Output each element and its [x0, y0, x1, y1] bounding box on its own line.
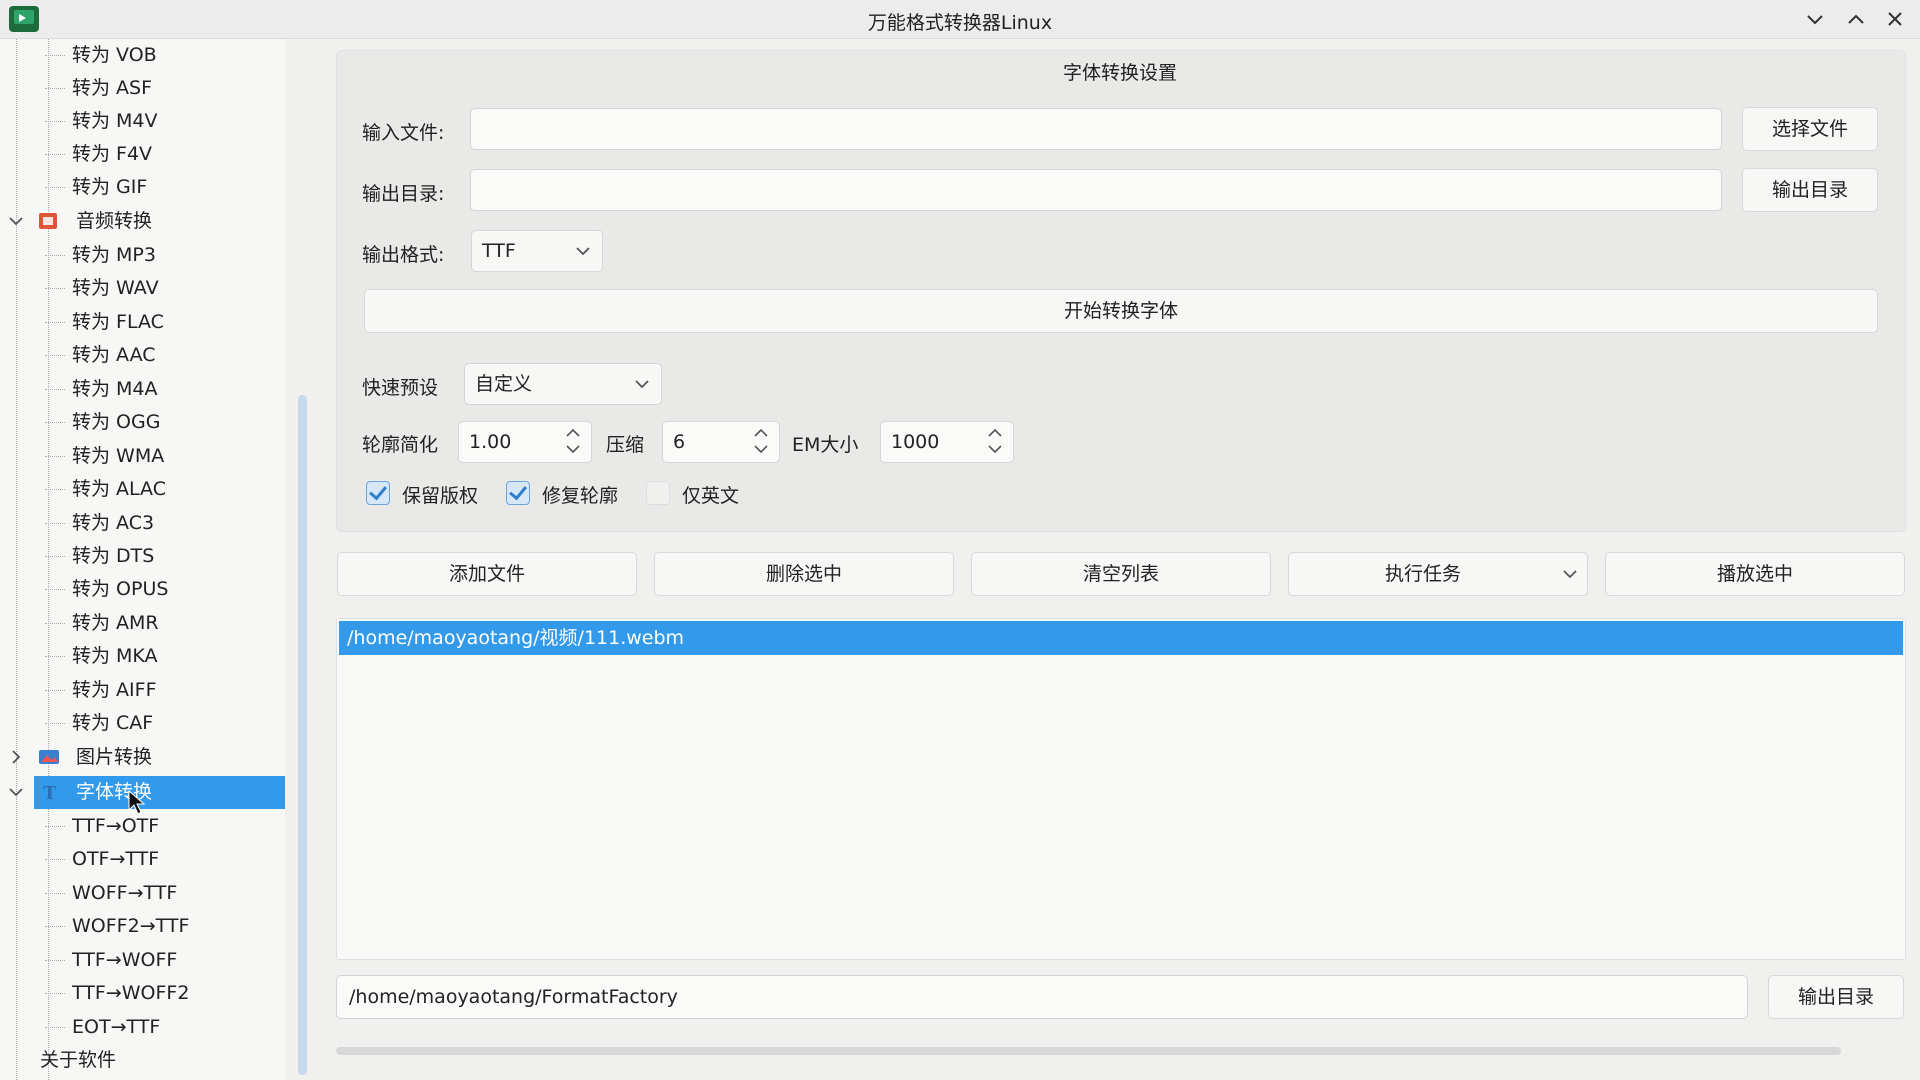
tree-item-to-opus[interactable]: 转为 OPUS	[44, 573, 168, 606]
tree-item-to-mka[interactable]: 转为 MKA	[45, 640, 158, 673]
chevron-down-icon[interactable]	[6, 776, 26, 809]
list-item[interactable]: /home/maoyaotang/视频/111.webm	[339, 621, 1903, 655]
tree-item-to-caf[interactable]: 转为 CAF	[44, 707, 153, 740]
maximize-icon[interactable]	[1843, 8, 1869, 30]
play-selected-button[interactable]: 播放选中	[1605, 552, 1905, 596]
settings-title: 字体转换设置	[1062, 62, 1177, 84]
tree-item-image[interactable]: 图片转换	[0, 741, 285, 774]
spin-arrows-icon[interactable]	[985, 424, 1005, 458]
tree-item-woff2-to-ttf[interactable]: WOFF2→TTF	[44, 910, 189, 943]
compress-spinbox[interactable]: 6	[662, 421, 780, 463]
chevron-right-icon[interactable]	[6, 741, 26, 774]
delete-selected-button[interactable]: 删除选中	[654, 552, 954, 596]
tree-item-to-f4v[interactable]: 转为 F4V	[44, 138, 152, 171]
tree-item-otf-to-ttf[interactable]: OTF→TTF	[44, 843, 159, 876]
em-size-spinbox[interactable]: 1000	[880, 421, 1014, 463]
output-path-field[interactable]: /home/maoyaotang/FormatFactory	[336, 975, 1748, 1019]
tree-item-to-alac[interactable]: 转为 ALAC	[45, 473, 166, 506]
tree-item-to-dts[interactable]: 转为 DTS	[44, 540, 154, 573]
quick-preset-select[interactable]: 自定义	[464, 363, 662, 405]
image-icon	[38, 748, 59, 766]
output-dir-field[interactable]	[470, 169, 1722, 211]
keep-copyright-checkbox[interactable]	[366, 481, 390, 505]
horizontal-scrollbar[interactable]	[336, 1047, 1841, 1055]
em-size-label: EM大小	[792, 434, 859, 456]
tree-item-font-expander[interactable]	[0, 776, 34, 809]
minimize-icon[interactable]	[1802, 8, 1828, 30]
sidebar-tree: 转为 VOB 转为 ASF 转为 M4V 转为 F4V 转为 GIF 音频转换 …	[0, 39, 285, 1080]
tree-item-to-ogg[interactable]: 转为 OGG	[44, 406, 160, 439]
output-dir-label: 输出目录:	[362, 183, 445, 205]
tree-item-to-m4a[interactable]: 转为 M4A	[45, 373, 158, 406]
spin-arrows-icon[interactable]	[563, 424, 583, 458]
execute-task-button[interactable]: 执行任务	[1288, 552, 1588, 596]
english-only-checkbox[interactable]	[646, 481, 670, 505]
close-icon[interactable]	[1882, 8, 1908, 30]
compress-label: 压缩	[606, 434, 645, 456]
outline-simplify-label: 轮廓简化	[362, 434, 439, 456]
keep-copyright-label: 保留版权	[402, 485, 479, 507]
tree-item-ttf-to-otf[interactable]: TTF→OTF	[44, 810, 159, 843]
clear-list-button[interactable]: 清空列表	[971, 552, 1271, 596]
tree-item-to-flac[interactable]: 转为 FLAC	[45, 306, 164, 339]
output-format-label: 输出格式:	[362, 244, 445, 266]
tree-item-to-mp3[interactable]: 转为 MP3	[45, 239, 156, 272]
fix-outline-label: 修复轮廓	[542, 485, 619, 507]
tree-item-to-aiff[interactable]: 转为 AIFF	[45, 674, 157, 707]
tree-item-to-aac[interactable]: 转为 AAC	[45, 339, 156, 372]
input-file-label: 输入文件:	[362, 122, 445, 144]
file-list[interactable]: /home/maoyaotang/视频/111.webm	[336, 618, 1906, 960]
tree-item-to-wav[interactable]: 转为 WAV	[45, 272, 159, 305]
outline-simplify-spinbox[interactable]: 1.00	[458, 421, 592, 463]
input-file-field[interactable]	[470, 108, 1722, 150]
tree-item-audio[interactable]: 音频转换	[0, 205, 285, 238]
svg-text:T: T	[43, 783, 57, 801]
font-icon: T	[40, 783, 60, 801]
spin-arrows-icon[interactable]	[751, 424, 771, 458]
tree-item-to-amr[interactable]: 转为 AMR	[45, 607, 159, 640]
chevron-down-icon[interactable]	[6, 205, 26, 238]
tree-item-ttf-to-woff[interactable]: TTF→WOFF	[44, 944, 177, 977]
tree-item-eot-to-ttf[interactable]: EOT→TTF	[44, 1011, 160, 1044]
chevron-down-icon	[574, 231, 592, 271]
output-dir-button[interactable]: 输出目录	[1742, 168, 1878, 212]
tree-item-to-gif[interactable]: 转为 GIF	[44, 171, 147, 204]
tree-item-woff-to-ttf[interactable]: WOFF→TTF	[44, 877, 177, 910]
choose-file-button[interactable]: 选择文件	[1742, 107, 1878, 151]
add-file-button[interactable]: 添加文件	[337, 552, 637, 596]
window-title: 万能格式转换器Linux	[867, 12, 1053, 34]
tree-item-to-wma[interactable]: 转为 WMA	[44, 440, 164, 473]
chevron-down-icon	[1561, 553, 1579, 595]
execute-task-label: 执行任务	[1384, 563, 1461, 585]
tree-item-about[interactable]: 关于软件	[40, 1044, 116, 1077]
english-only-label: 仅英文	[682, 485, 740, 507]
tree-item-ttf-to-woff2[interactable]: TTF→WOFF2	[44, 977, 189, 1010]
title-bar: 万能格式转换器Linux	[0, 0, 1920, 39]
chevron-down-icon	[633, 364, 651, 404]
footer-output-dir-button[interactable]: 输出目录	[1768, 975, 1904, 1019]
tree-item-to-m4v[interactable]: 转为 M4V	[45, 105, 158, 138]
tree-item-to-ac3[interactable]: 转为 AC3	[44, 507, 154, 540]
fix-outline-checkbox[interactable]	[506, 481, 530, 505]
tree-item-font[interactable]: T 字体转换	[34, 776, 285, 815]
sidebar-scrollbar[interactable]	[298, 395, 307, 1075]
audio-icon	[38, 212, 58, 230]
output-format-select[interactable]: TTF	[471, 230, 603, 272]
quick-preset-label: 快速预设	[362, 377, 439, 399]
start-convert-font-button[interactable]: 开始转换字体	[364, 289, 1878, 333]
